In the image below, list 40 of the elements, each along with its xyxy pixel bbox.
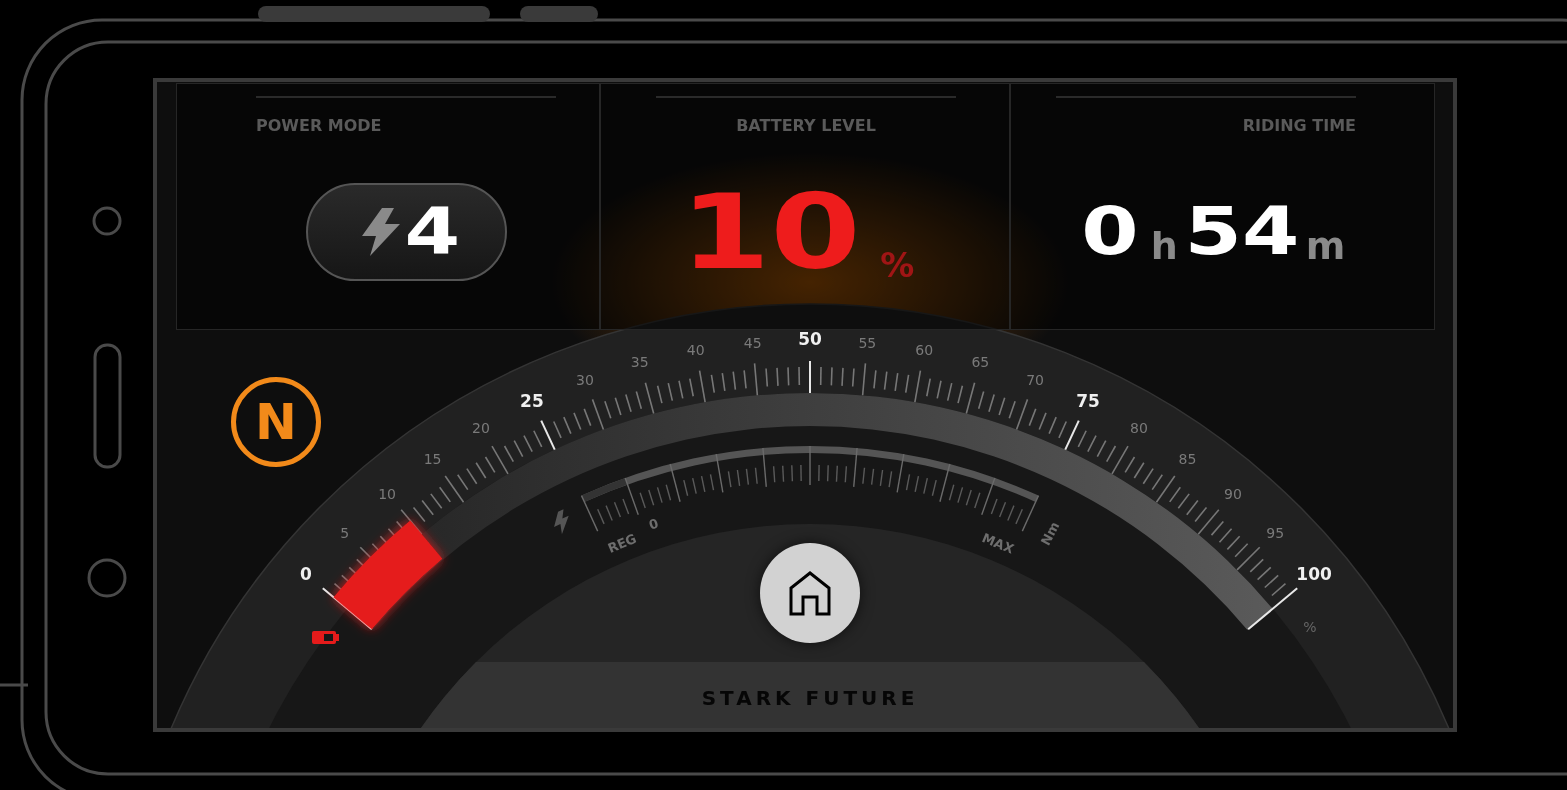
scale-label: 85 [1178,451,1197,467]
battery-percent: 10 [679,179,861,284]
gear-indicator: N [231,377,321,467]
scale-label: 50 [798,329,822,349]
scale-label: 40 [686,342,705,358]
torque-unit-label: Nm [1037,519,1063,548]
minutes-value: 54 [1184,198,1300,265]
lightning-icon [554,509,569,535]
scale-label: 65 [971,354,990,371]
scale-label: 10 [378,485,396,502]
percent-unit: % [880,247,915,282]
scale-label: 45 [743,334,762,351]
scale-label: 70 [1026,371,1044,388]
scale-label: 95 [1266,524,1285,541]
battery-icon [312,631,339,644]
scale-label: 30 [576,371,594,388]
scale-label: 55 [858,334,877,351]
panel-label: RIDING TIME [1241,115,1356,137]
scale-label: 80 [1130,420,1148,437]
scale-label: 35 [630,354,649,371]
scale-label: 15 [423,451,442,467]
scale-label: 90 [1224,485,1242,502]
power-mode-value: 4 [404,199,460,264]
scale-label: 5 [340,524,350,541]
hours-unit: h [1150,226,1178,265]
panel-label: POWER MODE [256,115,383,137]
scale-label: 0 [300,564,312,585]
hours-value: 0 [1081,198,1139,265]
scale-label: 60 [915,342,934,358]
torque-regen-label: REG [605,530,639,556]
scale-label: 100 [1296,564,1332,585]
scale-label: 20 [472,420,490,437]
home-icon [788,570,832,616]
scale-label: 25 [520,390,544,411]
scale-label: 75 [1076,390,1100,411]
scale-unit: % [1303,619,1317,635]
panel-label: BATTERY LEVEL [735,115,877,137]
torque-max-label: MAX [979,530,1017,557]
minutes-unit: m [1305,226,1346,265]
torque-zero-label: 0 [647,515,661,533]
